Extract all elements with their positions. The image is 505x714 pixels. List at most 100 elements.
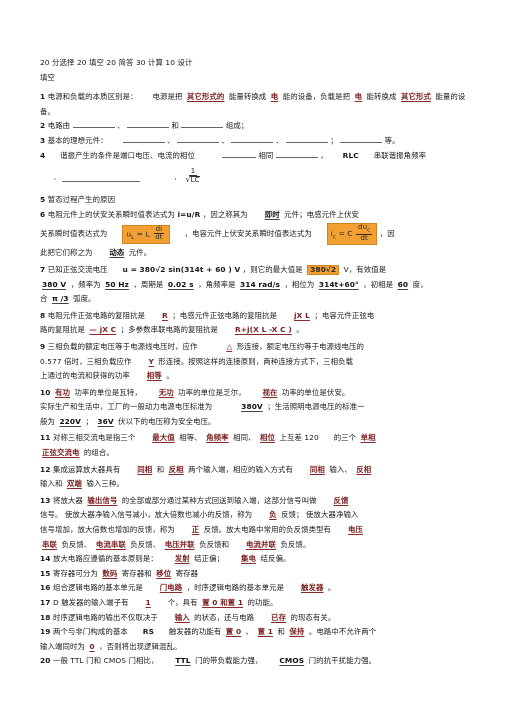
question-6-seg-d: 关系瞬时值表达式为 bbox=[40, 229, 108, 239]
question-1-number: 1 bbox=[40, 92, 46, 102]
question-20-answer-1: TTL bbox=[175, 656, 191, 666]
question-15-number: 15 bbox=[40, 568, 51, 578]
question-3-blank-4[interactable] bbox=[285, 134, 328, 143]
question-10-number: 10 bbox=[40, 387, 51, 397]
question-12-seg-c: 两个输入端，相应的输入方式有 bbox=[188, 464, 293, 474]
question-7-seg-g: ，初相是 bbox=[363, 279, 394, 289]
question-2-text-c: 和 bbox=[171, 121, 179, 131]
question-19-rs-label: RS bbox=[142, 627, 154, 637]
resonance-frequency-formula: 1 √LC bbox=[183, 168, 202, 184]
question-13-answer-5: 电压 bbox=[347, 525, 363, 535]
question-12-number: 12 bbox=[40, 464, 51, 474]
question-18: 18 时序逻辑电路的输出不仅取决于 输入 的状态，还与电路 已存 的现态有关。 bbox=[40, 611, 469, 626]
question-8-seg-a: 电阻元件正弦电路的复阻抗是 bbox=[47, 310, 146, 320]
question-1-answer-4: 其它形式 bbox=[400, 92, 431, 102]
question-6-line-1: 6 电阻元件上的伏安关系瞬时值表达式为 i=u/R ，因之称其为 即时 元件；电… bbox=[40, 208, 469, 223]
question-3-blank-1[interactable] bbox=[122, 134, 165, 143]
question-3-text-a: 基本的理想元件： bbox=[47, 135, 108, 145]
question-8-seg-f: 。 bbox=[296, 325, 304, 335]
question-20-seg-a: 一般 TTL 门和 CMOS 门相比， bbox=[52, 656, 159, 666]
question-11-line-1: 11 对称三相交流电是指三个 最大值 相等、 角频率 相同、 相位 上互差 12… bbox=[40, 431, 469, 446]
question-10-answer-6: 36V bbox=[97, 416, 114, 426]
question-7-unit-max: V，有效值是 bbox=[343, 264, 387, 274]
question-7-seg-a: 已知正弦交流电压 bbox=[47, 264, 108, 274]
question-6-number: 6 bbox=[40, 209, 46, 219]
question-10-answer-2: 无功 bbox=[158, 387, 174, 397]
question-2-text-b: 、 bbox=[117, 121, 125, 131]
question-10-line-1: 10 有功 功率的单位是瓦特， 无功 功率的单位是乏尔， 视在 功率的单位是伏安… bbox=[40, 386, 469, 401]
question-5-number: 5 bbox=[40, 195, 46, 205]
question-12-seg-e: 输入和 bbox=[40, 479, 63, 489]
di-dt-fraction: di dt bbox=[153, 225, 165, 241]
question-8-answer-4: R+j(X L -X C ) bbox=[234, 325, 292, 335]
question-7-expression: u = 380√2 sin(314t + 60 ) V bbox=[122, 264, 241, 274]
question-4-blank-2[interactable] bbox=[275, 149, 318, 158]
question-2-blank-2[interactable] bbox=[127, 119, 170, 129]
question-4-number: 4 bbox=[40, 150, 46, 160]
question-18-seg-b: 的状态，还与电路 bbox=[194, 612, 255, 622]
question-6-seg-g: 此把它们称之为 bbox=[40, 248, 93, 258]
question-18-number: 18 bbox=[40, 612, 51, 622]
question-5: 5 暂态过程产生的原因 bbox=[40, 193, 469, 208]
question-2-blank-1[interactable] bbox=[72, 119, 115, 129]
question-13-line-2: 信号。 使放大器净输入信号减小，放大倍数也减小的反馈，称为 负 反馈； 使放大器… bbox=[40, 508, 469, 523]
question-18-answer-2: 已存 bbox=[271, 612, 286, 622]
question-9-line-2: 0.577 倍时，三相负载应作 Y 形连接。按照这样的连接原则，两种连接方式下，… bbox=[40, 355, 469, 370]
question-4-blank-1[interactable] bbox=[221, 149, 256, 158]
question-2-blank-3[interactable] bbox=[181, 119, 224, 129]
question-13-answer-5b: 串联 bbox=[42, 539, 57, 549]
question-7-seg-h: 度， bbox=[412, 279, 428, 289]
question-7-answer-freq: 50 Hz bbox=[105, 279, 129, 289]
question-13-seg-k: 负反馈。 bbox=[280, 539, 311, 549]
question-14: 14 放大电路应遵循的基本原则是： 发射 结正偏； 集电 结反偏。 bbox=[40, 552, 469, 567]
question-7-answer-omega: 314 rad/s bbox=[240, 279, 280, 289]
question-20-answer-2: CMOS bbox=[279, 656, 305, 666]
question-11-answer-1: 最大值 bbox=[152, 433, 175, 443]
question-4-rlc-label: RLC bbox=[342, 150, 359, 160]
question-16-number: 16 bbox=[40, 583, 51, 593]
question-10-line-2: 实际生产和生活中，工厂的一般动力电源电压标准为 380V ；生活照明电源电压的标… bbox=[40, 400, 469, 415]
question-10-seg-a: 功率的单位是瓦特， bbox=[74, 387, 142, 397]
question-19-seg-e: 和 bbox=[277, 627, 285, 637]
question-12-seg-b: 和 bbox=[156, 464, 165, 474]
question-10-seg-b: 功率的单位是乏尔， bbox=[178, 387, 246, 397]
score-line: 20 分选择 20 填空 20 简答 30 计算 10 设计 bbox=[40, 58, 193, 67]
du-sub: c bbox=[367, 227, 371, 234]
question-13-line-4: 串联 负反馈、 电流串联 负反馈、 电压并联 负反馈和 电流并联 负反馈。 bbox=[40, 538, 469, 553]
question-7-line-2: 380 V ，频率为 50 Hz ，周期是 0.02 s ，角频率是 314 r… bbox=[40, 278, 469, 293]
question-3-blank-2[interactable] bbox=[176, 134, 219, 143]
question-13-seg-j: 负反馈和 bbox=[199, 539, 230, 549]
question-11-answer-2: 角频率 bbox=[206, 433, 229, 443]
question-19-number: 19 bbox=[40, 627, 51, 637]
question-9-line-1: 9 三相负载的额定电压等于电源线电压时，应作 △ 形连接，额定电压约等于电源线电… bbox=[40, 340, 469, 355]
question-16-answer-2: 触发器 bbox=[300, 583, 324, 593]
formula-eq: = L bbox=[136, 229, 150, 239]
question-13-answer-7: 电压并联 bbox=[164, 539, 195, 549]
question-3-text-c: 、 bbox=[221, 135, 229, 145]
question-15: 15 寄存器可分为 数码 寄存器和 移位 寄存器 bbox=[40, 567, 469, 582]
question-9-seg-c: 0.577 倍时，三相负载应作 bbox=[40, 356, 132, 366]
question-19-seg-d: 、 bbox=[245, 627, 254, 637]
formula-denominator: √LC bbox=[183, 176, 202, 184]
question-11-seg-e: 的三个 bbox=[333, 433, 357, 443]
question-4-text-b: 相同 bbox=[258, 150, 274, 160]
question-19-seg-c: 触发器的功能有 bbox=[168, 627, 222, 637]
question-8-answer-3: — jX C bbox=[89, 325, 117, 335]
question-17-answer-1: 1 bbox=[145, 598, 151, 607]
question-19-answer-3: 保持 bbox=[289, 627, 305, 637]
question-8-line-2: 路的复阻抗是 — jX C ；多参数串联电路的复阻抗是 R+j(X L -X C… bbox=[40, 323, 469, 338]
question-1: 1 电源和负载的本质区别是： 电源是把 其它形式的 能量转换成 电 能的设备，负… bbox=[40, 90, 469, 119]
question-3-number: 3 bbox=[40, 135, 46, 145]
question-12-seg-a: 集成运算放大器具有 bbox=[52, 464, 121, 474]
question-18-seg-c: 的现态有关。 bbox=[290, 612, 336, 622]
question-6-answer-1: 即时 bbox=[264, 209, 280, 219]
question-3-text-b: 、 bbox=[167, 135, 175, 145]
question-4-formula-blank[interactable] bbox=[62, 172, 141, 183]
question-13-answer-8: 电流并联 bbox=[246, 539, 276, 549]
question-3-blank-5[interactable] bbox=[340, 134, 383, 143]
question-2-text-d: 组成； bbox=[225, 121, 249, 131]
question-19-answer-2: 置 1 bbox=[257, 627, 274, 637]
question-9-seg-e: 上通过的电流和获得的功率 bbox=[40, 371, 130, 381]
question-2-number: 2 bbox=[40, 121, 46, 131]
question-3-blank-3[interactable] bbox=[231, 134, 274, 143]
